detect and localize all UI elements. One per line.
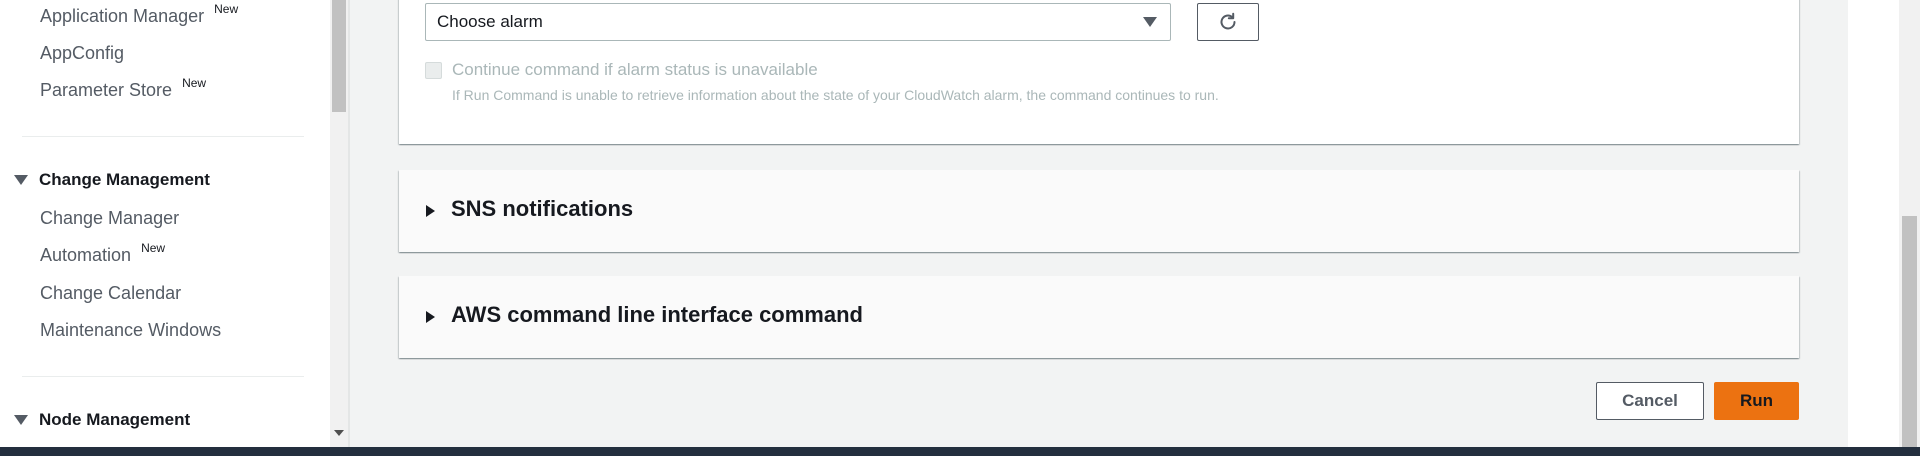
scroll-down-arrow-icon[interactable] <box>334 430 344 436</box>
sidebar-section-title: Change Management <box>39 170 210 189</box>
sidebar-item-label: Automation <box>40 245 132 265</box>
section-title: SNS notifications <box>451 196 634 221</box>
sidebar-scrollbar[interactable] <box>330 0 348 447</box>
right-gutter <box>1848 0 1899 447</box>
checkbox-label: Continue command if alarm status is unav… <box>452 60 818 79</box>
sidebar-item-label: Maintenance Windows <box>40 320 222 340</box>
cancel-button[interactable]: Cancel <box>1596 382 1704 420</box>
sidebar-item-change-calendar[interactable]: Change Calendar <box>40 283 181 304</box>
sidebar-nav: Application Manager New AppConfig Paramet… <box>0 0 348 447</box>
continue-on-unavailable-checkbox[interactable] <box>425 62 442 79</box>
sidebar-divider <box>22 136 304 137</box>
sidebar-item-parameter-store[interactable]: Parameter Store New <box>40 76 206 101</box>
sidebar-section-change-management[interactable]: Change Management <box>14 170 210 190</box>
sidebar-separator <box>348 0 350 447</box>
sidebar-item-label: Change Calendar <box>40 283 182 303</box>
new-badge: New <box>214 2 239 16</box>
caret-right-icon <box>426 311 435 323</box>
sidebar-item-application-manager[interactable]: Application Manager New <box>40 2 238 27</box>
sidebar-section-title: Node Management <box>39 410 191 429</box>
chevron-down-icon <box>1143 17 1157 27</box>
alarm-select-value: Choose alarm <box>437 12 543 31</box>
sns-notifications-expander[interactable]: SNS notifications <box>399 170 1799 252</box>
new-badge: New <box>182 76 207 90</box>
caret-down-icon <box>14 175 28 185</box>
sidebar-item-change-manager[interactable]: Change Manager <box>40 208 179 229</box>
footer-bar <box>0 447 1920 456</box>
sidebar-item-label: Change Manager <box>40 208 180 228</box>
cli-command-expander[interactable]: AWS command line interface command <box>399 276 1799 358</box>
sidebar-divider <box>22 376 304 377</box>
section-title: AWS command line interface command <box>451 302 863 327</box>
new-badge: New <box>141 241 166 255</box>
page-scrollbar[interactable] <box>1899 0 1920 447</box>
sidebar-item-label: Parameter Store <box>40 80 173 100</box>
caret-right-icon <box>426 205 435 217</box>
sidebar-scrollbar-thumb[interactable] <box>332 0 346 112</box>
refresh-button[interactable] <box>1197 3 1259 41</box>
sidebar-item-label: Application Manager <box>40 6 205 26</box>
caret-down-icon <box>14 415 28 425</box>
refresh-icon <box>1220 12 1236 30</box>
checkbox-description: If Run Command is unable to retrieve inf… <box>452 87 1219 103</box>
alarm-panel: Choose alarm Continue command if alarm s… <box>399 0 1799 144</box>
run-button[interactable]: Run <box>1714 382 1799 420</box>
sidebar-item-appconfig[interactable]: AppConfig <box>40 43 124 64</box>
page-scrollbar-thumb[interactable] <box>1902 216 1917 447</box>
sidebar-item-automation[interactable]: Automation New <box>40 241 165 266</box>
alarm-select[interactable]: Choose alarm <box>425 3 1171 41</box>
sidebar-item-maintenance-windows[interactable]: Maintenance Windows <box>40 320 221 341</box>
sidebar-section-node-management[interactable]: Node Management <box>14 410 190 430</box>
sidebar-item-label: AppConfig <box>40 43 125 63</box>
